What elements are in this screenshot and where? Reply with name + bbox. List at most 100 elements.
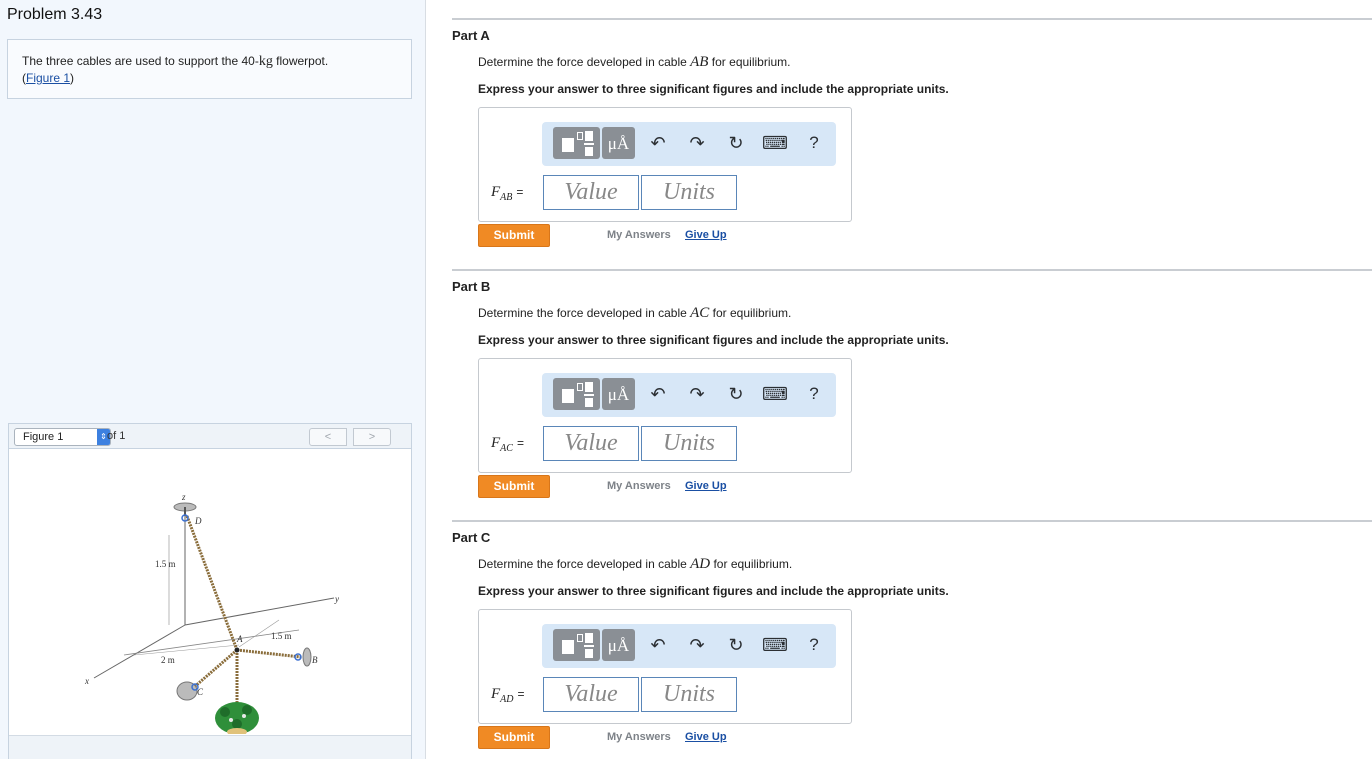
value-input[interactable]: Value bbox=[543, 175, 639, 210]
units-input[interactable]: Units bbox=[641, 175, 737, 210]
question-text-before: Determine the force developed in cable bbox=[478, 306, 691, 320]
redo-icon[interactable]: ↷ bbox=[685, 381, 709, 407]
plant-flower bbox=[242, 714, 246, 718]
units-input[interactable]: Units bbox=[641, 677, 737, 712]
label-dim-vertical: 1.5 m bbox=[155, 559, 176, 569]
figure-link-close: ) bbox=[70, 71, 75, 85]
value-input[interactable]: Value bbox=[543, 677, 639, 712]
label-c: C bbox=[197, 687, 204, 697]
part-question: Determine the force developed in cable A… bbox=[478, 556, 792, 573]
my-answers-link[interactable]: My Answers bbox=[607, 480, 671, 492]
part-instruction: Express your answer to three significant… bbox=[478, 82, 949, 96]
force-subscript: AB bbox=[500, 192, 513, 203]
templates-icon[interactable] bbox=[553, 378, 600, 410]
question-text-after: for equilibrium. bbox=[708, 55, 791, 69]
label-a: A bbox=[236, 634, 243, 644]
force-var: F bbox=[491, 184, 501, 200]
label-b: B bbox=[312, 655, 318, 665]
answer-box: μÅ ↶ ↷ ↻ ⌨ ? FAC = Value Units bbox=[478, 358, 852, 473]
cable-name: AB bbox=[690, 54, 709, 70]
math-toolbar: μÅ ↶ ↷ ↻ ⌨ ? bbox=[542, 122, 836, 166]
figure-select[interactable]: Figure 1 ⇕ bbox=[14, 428, 111, 446]
submit-button[interactable]: Submit bbox=[478, 475, 550, 498]
figure-select-label: Figure 1 bbox=[23, 431, 64, 443]
give-up-link[interactable]: Give Up bbox=[685, 480, 727, 492]
problem-text-before: The three cables are used to support the… bbox=[22, 54, 259, 68]
submit-button[interactable]: Submit bbox=[478, 224, 550, 247]
keyboard-icon[interactable]: ⌨ bbox=[762, 130, 788, 156]
plant-leaf bbox=[242, 705, 252, 715]
cable-name: AC bbox=[690, 305, 710, 321]
label-x: x bbox=[84, 676, 89, 686]
cable-ad bbox=[185, 515, 239, 651]
give-up-link[interactable]: Give Up bbox=[685, 731, 727, 743]
templates-icon[interactable] bbox=[553, 127, 600, 159]
redo-icon[interactable]: ↷ bbox=[685, 130, 709, 156]
next-figure-button[interactable]: > bbox=[353, 428, 391, 446]
figure-count: of 1 bbox=[107, 430, 126, 442]
reset-icon[interactable]: ↻ bbox=[724, 632, 748, 658]
previous-figure-button[interactable]: < bbox=[309, 428, 347, 446]
problem-text-after: flowerpot. bbox=[272, 54, 329, 68]
help-icon[interactable]: ? bbox=[802, 381, 826, 407]
equals-sign: = bbox=[516, 436, 524, 450]
part-title: Part B bbox=[452, 279, 491, 294]
support-b bbox=[302, 647, 312, 667]
figure-link[interactable]: Figure 1 bbox=[26, 71, 70, 85]
answer-box: μÅ ↶ ↷ ↻ ⌨ ? FAB = Value Units bbox=[478, 107, 852, 222]
undo-icon[interactable]: ↶ bbox=[646, 381, 670, 407]
units-symbols-icon[interactable]: μÅ bbox=[602, 378, 635, 410]
keyboard-icon[interactable]: ⌨ bbox=[762, 632, 788, 658]
plant-leaf bbox=[232, 719, 242, 729]
part-question: Determine the force developed in cable A… bbox=[478, 54, 791, 71]
units-symbols-icon[interactable]: μÅ bbox=[602, 127, 635, 159]
value-input[interactable]: Value bbox=[543, 426, 639, 461]
force-var: F bbox=[491, 686, 501, 702]
cable-ab bbox=[236, 648, 302, 659]
undo-icon[interactable]: ↶ bbox=[646, 130, 670, 156]
figure-footer bbox=[9, 735, 411, 759]
knot-a bbox=[234, 647, 240, 653]
cable-ac bbox=[192, 648, 238, 690]
part-divider bbox=[452, 520, 1372, 522]
part-instruction: Express your answer to three significant… bbox=[478, 333, 949, 347]
plant-leaf bbox=[220, 707, 230, 717]
my-answers-link[interactable]: My Answers bbox=[607, 731, 671, 743]
cable-name: AD bbox=[690, 556, 711, 572]
figure-panel: Figure 1 ⇕ of 1 < > z y x D A B C 1.5 m … bbox=[8, 423, 412, 759]
force-label: FAB = bbox=[491, 184, 523, 203]
redo-icon[interactable]: ↷ bbox=[685, 632, 709, 658]
give-up-link[interactable]: Give Up bbox=[685, 229, 727, 241]
question-text-before: Determine the force developed in cable bbox=[478, 55, 691, 69]
my-answers-link[interactable]: My Answers bbox=[607, 229, 671, 241]
math-toolbar: μÅ ↶ ↷ ↻ ⌨ ? bbox=[542, 624, 836, 668]
label-dim-x: 2 m bbox=[161, 655, 175, 665]
part-title: Part C bbox=[452, 530, 491, 545]
y-axis bbox=[184, 597, 335, 626]
label-y: y bbox=[334, 594, 339, 604]
keyboard-icon[interactable]: ⌨ bbox=[762, 381, 788, 407]
question-text-before: Determine the force developed in cable bbox=[478, 557, 691, 571]
reset-icon[interactable]: ↻ bbox=[724, 381, 748, 407]
templates-icon[interactable] bbox=[553, 629, 600, 661]
problem-title: Problem 3.43 bbox=[7, 6, 103, 23]
units-symbols-icon[interactable]: μÅ bbox=[602, 629, 635, 661]
part-title: Part A bbox=[452, 28, 490, 43]
part-divider bbox=[452, 269, 1372, 271]
part-instruction: Express your answer to three significant… bbox=[478, 584, 949, 598]
problem-statement: The three cables are used to support the… bbox=[22, 53, 328, 86]
help-icon[interactable]: ? bbox=[802, 130, 826, 156]
question-text-after: for equilibrium. bbox=[709, 306, 792, 320]
part-divider bbox=[452, 18, 1372, 20]
units-input[interactable]: Units bbox=[641, 426, 737, 461]
submit-button[interactable]: Submit bbox=[478, 726, 550, 749]
label-d: D bbox=[194, 516, 202, 526]
force-subscript: AD bbox=[500, 694, 514, 705]
part-question: Determine the force developed in cable A… bbox=[478, 305, 791, 322]
problem-panel: Problem 3.43 The three cables are used t… bbox=[0, 0, 426, 759]
reset-icon[interactable]: ↻ bbox=[724, 130, 748, 156]
force-label: FAD = bbox=[491, 686, 525, 705]
help-icon[interactable]: ? bbox=[802, 632, 826, 658]
undo-icon[interactable]: ↶ bbox=[646, 632, 670, 658]
equals-sign: = bbox=[517, 687, 525, 701]
